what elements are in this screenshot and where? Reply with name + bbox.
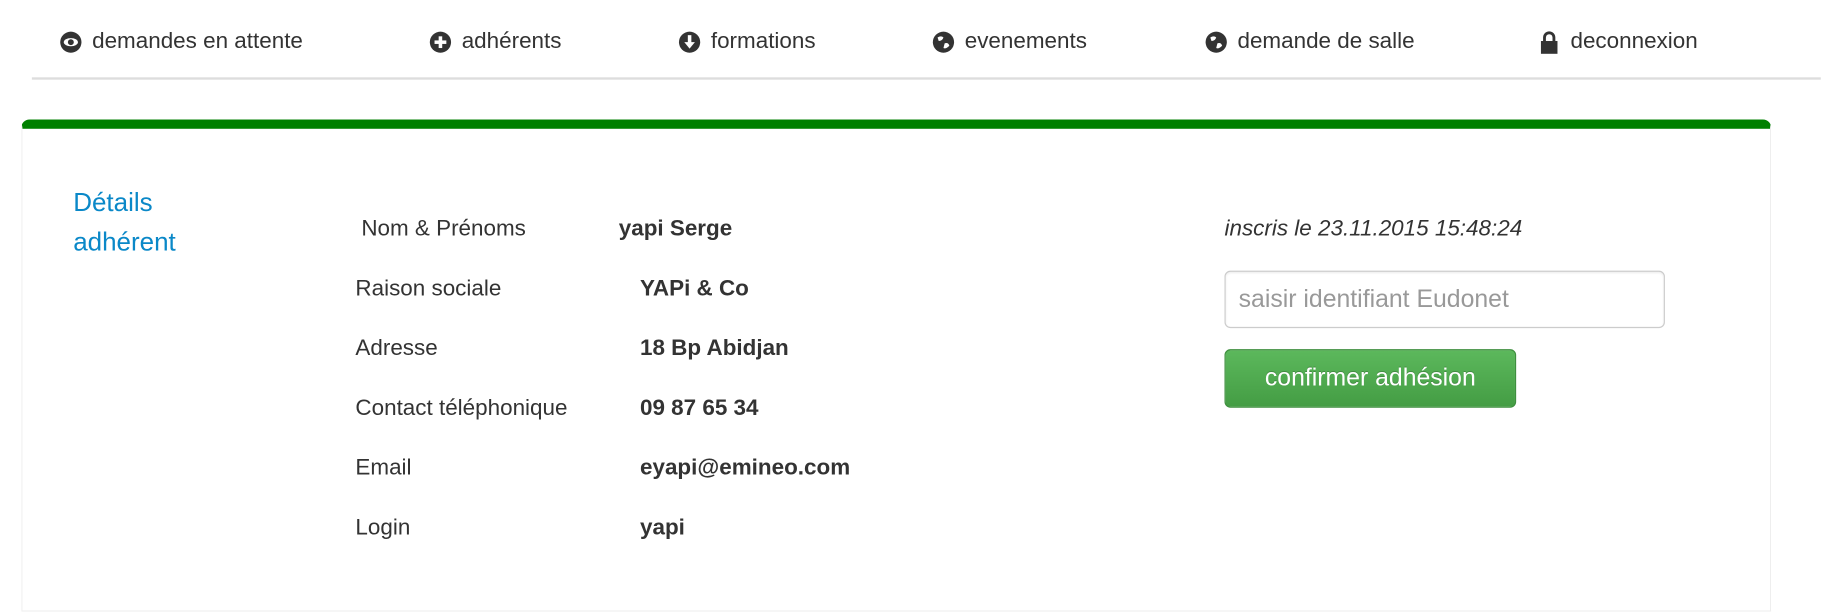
nav-label: deconnexion xyxy=(1570,29,1698,54)
globe-icon xyxy=(1204,30,1228,53)
page: demandes en attente adhérents formations… xyxy=(0,0,1842,612)
nav-formations[interactable]: formations xyxy=(678,28,816,56)
nav-adherents[interactable]: adhérents xyxy=(429,28,562,56)
section-title: Détails adhérent xyxy=(73,187,176,257)
registration-date: inscris le 23.11.2015 15:48:24 xyxy=(1224,216,1523,242)
nav-label: evenements xyxy=(964,29,1087,54)
field-value-phone: 09 87 65 34 xyxy=(639,396,759,421)
nav-label: formations xyxy=(710,29,816,54)
nav-divider xyxy=(31,77,1821,80)
field-label-company: Raison sociale xyxy=(355,276,502,302)
field-value-email: eyapi@emineo.com xyxy=(639,455,851,481)
eudonet-id-input[interactable] xyxy=(1224,270,1665,329)
nav-deconnexion[interactable]: deconnexion xyxy=(1537,28,1698,56)
field-value-address: 18 Bp Abidjan xyxy=(639,336,789,361)
lock-icon xyxy=(1537,30,1561,54)
nav-label: demande de salle xyxy=(1237,29,1415,54)
field-value-name: yapi Serge xyxy=(618,216,733,242)
field-value-login: yapi xyxy=(639,515,685,541)
nav-label: demandes en attente xyxy=(92,29,303,54)
eye-icon xyxy=(59,30,83,53)
nav-demande-de-salle[interactable]: demande de salle xyxy=(1204,28,1415,56)
field-label-phone: Contact téléphonique xyxy=(355,396,568,421)
field-label-login: Login xyxy=(355,515,411,541)
field-label-email: Email xyxy=(355,455,412,481)
globe-icon xyxy=(932,30,956,53)
nav-demandes-en-attente[interactable]: demandes en attente xyxy=(59,28,303,56)
field-value-company: YAPi & Co xyxy=(639,276,749,302)
nav-label: adhérents xyxy=(461,29,562,54)
nav-evenements[interactable]: evenements xyxy=(932,28,1087,56)
field-label-name: Nom & Prénoms xyxy=(361,216,526,242)
confirm-membership-button[interactable]: confirmer adhésion xyxy=(1224,349,1517,408)
arrow-down-circle-icon xyxy=(678,30,702,53)
field-label-address: Adresse xyxy=(355,336,438,361)
plus-circle-icon xyxy=(429,30,453,53)
